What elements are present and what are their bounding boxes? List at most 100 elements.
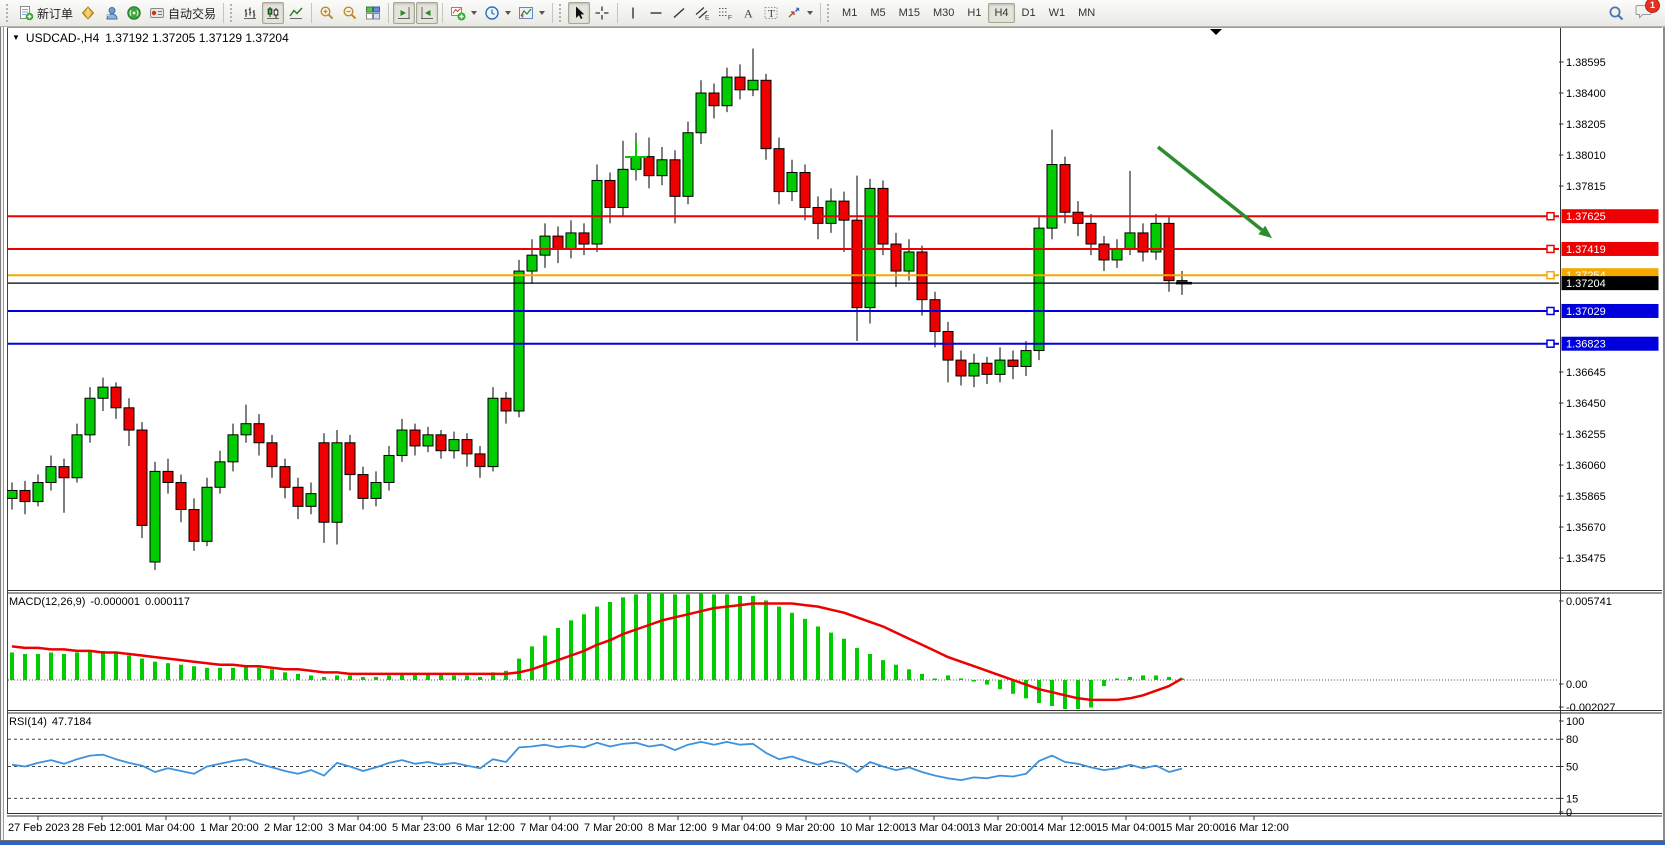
toolbar-drag-handle[interactable] bbox=[6, 4, 12, 22]
trendline-icon bbox=[671, 5, 687, 21]
candle-up bbox=[449, 440, 459, 451]
zoom-in-button[interactable] bbox=[316, 2, 338, 24]
macd-signal-value: 0.000117 bbox=[145, 596, 190, 608]
macd-axis[interactable]: 0.0057410.00-0.002027 bbox=[1559, 596, 1616, 714]
candle-down bbox=[280, 467, 290, 488]
chart-annotations[interactable] bbox=[625, 142, 1272, 238]
timeframe-button-mn[interactable]: MN bbox=[1072, 3, 1101, 23]
svg-text:5 Mar 23:00: 5 Mar 23:00 bbox=[392, 822, 451, 834]
channel-tool-button[interactable]: E bbox=[691, 2, 713, 24]
trendline-tool-button[interactable] bbox=[668, 2, 690, 24]
candle-down bbox=[501, 398, 511, 411]
toolbar-drag-handle[interactable] bbox=[230, 4, 236, 22]
vertical-line-tool-button[interactable] bbox=[622, 2, 644, 24]
bar-chart-mode-button[interactable] bbox=[239, 2, 261, 24]
dropdown-caret-icon bbox=[539, 11, 545, 15]
candle-up bbox=[904, 252, 914, 271]
svg-text:1.37029: 1.37029 bbox=[1566, 306, 1606, 318]
svg-text:1 Mar 20:00: 1 Mar 20:00 bbox=[200, 822, 259, 834]
signals-button[interactable] bbox=[123, 2, 145, 24]
timeframe-button-m1[interactable]: M1 bbox=[836, 3, 863, 23]
price-level-lines[interactable]: 1.376251.374191.372541.370291.36823 bbox=[8, 209, 1659, 351]
tile-windows-button[interactable] bbox=[362, 2, 384, 24]
autotrading-label: 自动交易 bbox=[168, 5, 216, 22]
svg-text:E: E bbox=[705, 15, 710, 22]
text-tool-button[interactable]: A bbox=[737, 2, 759, 24]
candle-up bbox=[1047, 165, 1057, 229]
toolbar-separator bbox=[223, 3, 224, 23]
community-button[interactable] bbox=[100, 2, 122, 24]
current-price-line[interactable]: 1.37204 bbox=[8, 276, 1659, 290]
svg-text:14 Mar 12:00: 14 Mar 12:00 bbox=[1032, 822, 1097, 834]
fibonacci-tool-button[interactable]: F bbox=[714, 2, 736, 24]
zoom-in-icon bbox=[319, 5, 335, 21]
candle-down bbox=[254, 424, 264, 443]
market-watch-button[interactable] bbox=[77, 2, 99, 24]
candle-up bbox=[657, 160, 667, 176]
candle-up bbox=[566, 233, 576, 249]
fibonacci-icon: F bbox=[717, 5, 733, 21]
candle-down bbox=[956, 360, 966, 376]
candle-down bbox=[800, 172, 810, 207]
horizontal-line-icon bbox=[648, 5, 664, 21]
line-chart-icon bbox=[288, 5, 304, 21]
add-indicator-button[interactable] bbox=[447, 2, 480, 24]
candle-up bbox=[384, 455, 394, 482]
auto-scroll-button[interactable] bbox=[416, 2, 438, 24]
svg-text:-0.002027: -0.002027 bbox=[1566, 702, 1616, 714]
candle-down bbox=[839, 201, 849, 220]
toolbar-drag-handle[interactable] bbox=[559, 4, 565, 22]
notifications-button[interactable]: 1 bbox=[1635, 3, 1653, 24]
svg-text:15 Mar 20:00: 15 Mar 20:00 bbox=[1160, 822, 1225, 834]
signal-waves-icon bbox=[126, 5, 142, 21]
line-chart-mode-button[interactable] bbox=[285, 2, 307, 24]
timeframe-button-h4[interactable]: H4 bbox=[988, 3, 1014, 23]
horizontal-line-tool-button[interactable] bbox=[645, 2, 667, 24]
periods-button[interactable] bbox=[481, 2, 514, 24]
time-axis[interactable]: 27 Feb 202328 Feb 12:001 Mar 04:001 Mar … bbox=[8, 816, 1289, 834]
svg-text:0.00: 0.00 bbox=[1566, 679, 1587, 691]
candle-down bbox=[670, 160, 680, 197]
candle-down bbox=[345, 443, 355, 475]
search-icon[interactable] bbox=[1608, 5, 1625, 22]
timeframe-button-m30[interactable]: M30 bbox=[927, 3, 960, 23]
timeframe-button-h1[interactable]: H1 bbox=[961, 3, 987, 23]
rsi-axis[interactable]: 1008050150 bbox=[1559, 716, 1584, 819]
chart-dropdown-triangle-icon[interactable]: ▼ bbox=[12, 34, 20, 42]
chart-title: ▼ USDCAD-,H4 1.37192 1.37205 1.37129 1.3… bbox=[12, 31, 289, 45]
arrows-tool-button[interactable] bbox=[783, 2, 816, 24]
timeframe-button-m15[interactable]: M15 bbox=[893, 3, 926, 23]
candlestick-mode-button[interactable] bbox=[262, 2, 284, 24]
new-order-button[interactable]: 新订单 bbox=[15, 2, 76, 24]
candle-down bbox=[436, 435, 446, 451]
cursor-tool-button[interactable] bbox=[568, 2, 590, 24]
chart-shift-button[interactable] bbox=[393, 2, 415, 24]
candle-up bbox=[72, 435, 82, 478]
candle-up bbox=[423, 435, 433, 446]
label-tool-button[interactable]: T bbox=[760, 2, 782, 24]
candle-down bbox=[644, 157, 654, 176]
toolbar-separator bbox=[552, 3, 553, 23]
candle-up bbox=[306, 494, 316, 507]
svg-text:10 Mar 12:00: 10 Mar 12:00 bbox=[840, 822, 905, 834]
timeframe-button-w1[interactable]: W1 bbox=[1043, 3, 1072, 23]
candle-up bbox=[722, 77, 732, 106]
zoom-out-button[interactable] bbox=[339, 2, 361, 24]
new-order-icon bbox=[18, 5, 34, 21]
toolbar-separator bbox=[442, 3, 443, 23]
timeframe-button-d1[interactable]: D1 bbox=[1016, 3, 1042, 23]
trend-arrow-annotation[interactable] bbox=[1158, 147, 1262, 230]
toolbar-drag-handle[interactable] bbox=[827, 4, 833, 22]
candle-down bbox=[930, 300, 940, 332]
clock-icon bbox=[484, 5, 500, 21]
toolbar-right-icons: 1 bbox=[1608, 3, 1661, 24]
chart-canvas[interactable]: 1.385951.384001.382051.380101.378151.366… bbox=[0, 0, 1665, 845]
crosshair-tool-button[interactable] bbox=[591, 2, 613, 24]
svg-text:1.36823: 1.36823 bbox=[1566, 339, 1606, 351]
chart-scroll-marker-icon bbox=[1210, 29, 1222, 35]
candle-up bbox=[1112, 249, 1122, 260]
templates-button[interactable] bbox=[515, 2, 548, 24]
timeframe-button-m5[interactable]: M5 bbox=[864, 3, 891, 23]
candle-down bbox=[1099, 244, 1109, 260]
autotrading-button[interactable]: 自动交易 bbox=[146, 2, 219, 24]
